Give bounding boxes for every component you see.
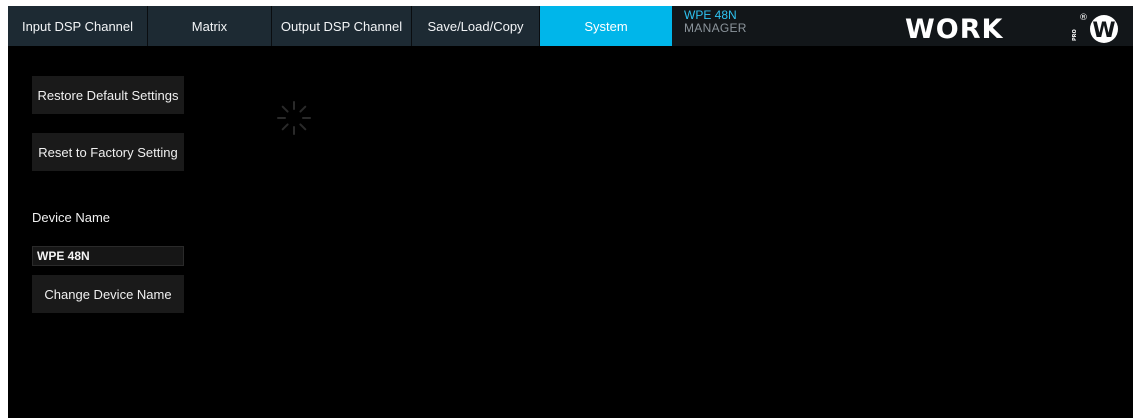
logo-side-text: PRO: [1072, 29, 1078, 41]
device-name-input[interactable]: [32, 246, 184, 266]
logo-badge-letter: W: [1092, 18, 1115, 42]
app-window: Input DSP Channel Matrix Output DSP Chan…: [8, 6, 1133, 418]
tab-input-dsp-channel[interactable]: Input DSP Channel: [8, 6, 148, 46]
tab-system[interactable]: System: [540, 6, 672, 46]
product-title: WPE 48N MANAGER: [684, 9, 747, 35]
logo-wordmark: WORK: [905, 14, 1004, 44]
tab-output-dsp-channel[interactable]: Output DSP Channel: [272, 6, 412, 46]
tab-matrix[interactable]: Matrix: [148, 6, 272, 46]
product-subtitle: MANAGER: [684, 21, 747, 35]
tab-save-load-copy[interactable]: Save/Load/Copy: [412, 6, 540, 46]
reset-factory-setting-button[interactable]: Reset to Factory Setting: [32, 133, 184, 171]
loading-spinner-icon: [277, 101, 311, 135]
top-navigation-bar: Input DSP Channel Matrix Output DSP Chan…: [8, 6, 1133, 46]
change-device-name-button[interactable]: Change Device Name: [32, 275, 184, 313]
device-name-label: Device Name: [32, 210, 111, 225]
registered-mark: ®: [1079, 13, 1088, 23]
restore-default-settings-button[interactable]: Restore Default Settings: [32, 76, 184, 114]
work-pro-logo: WORK PRO ® W: [905, 13, 1118, 44]
